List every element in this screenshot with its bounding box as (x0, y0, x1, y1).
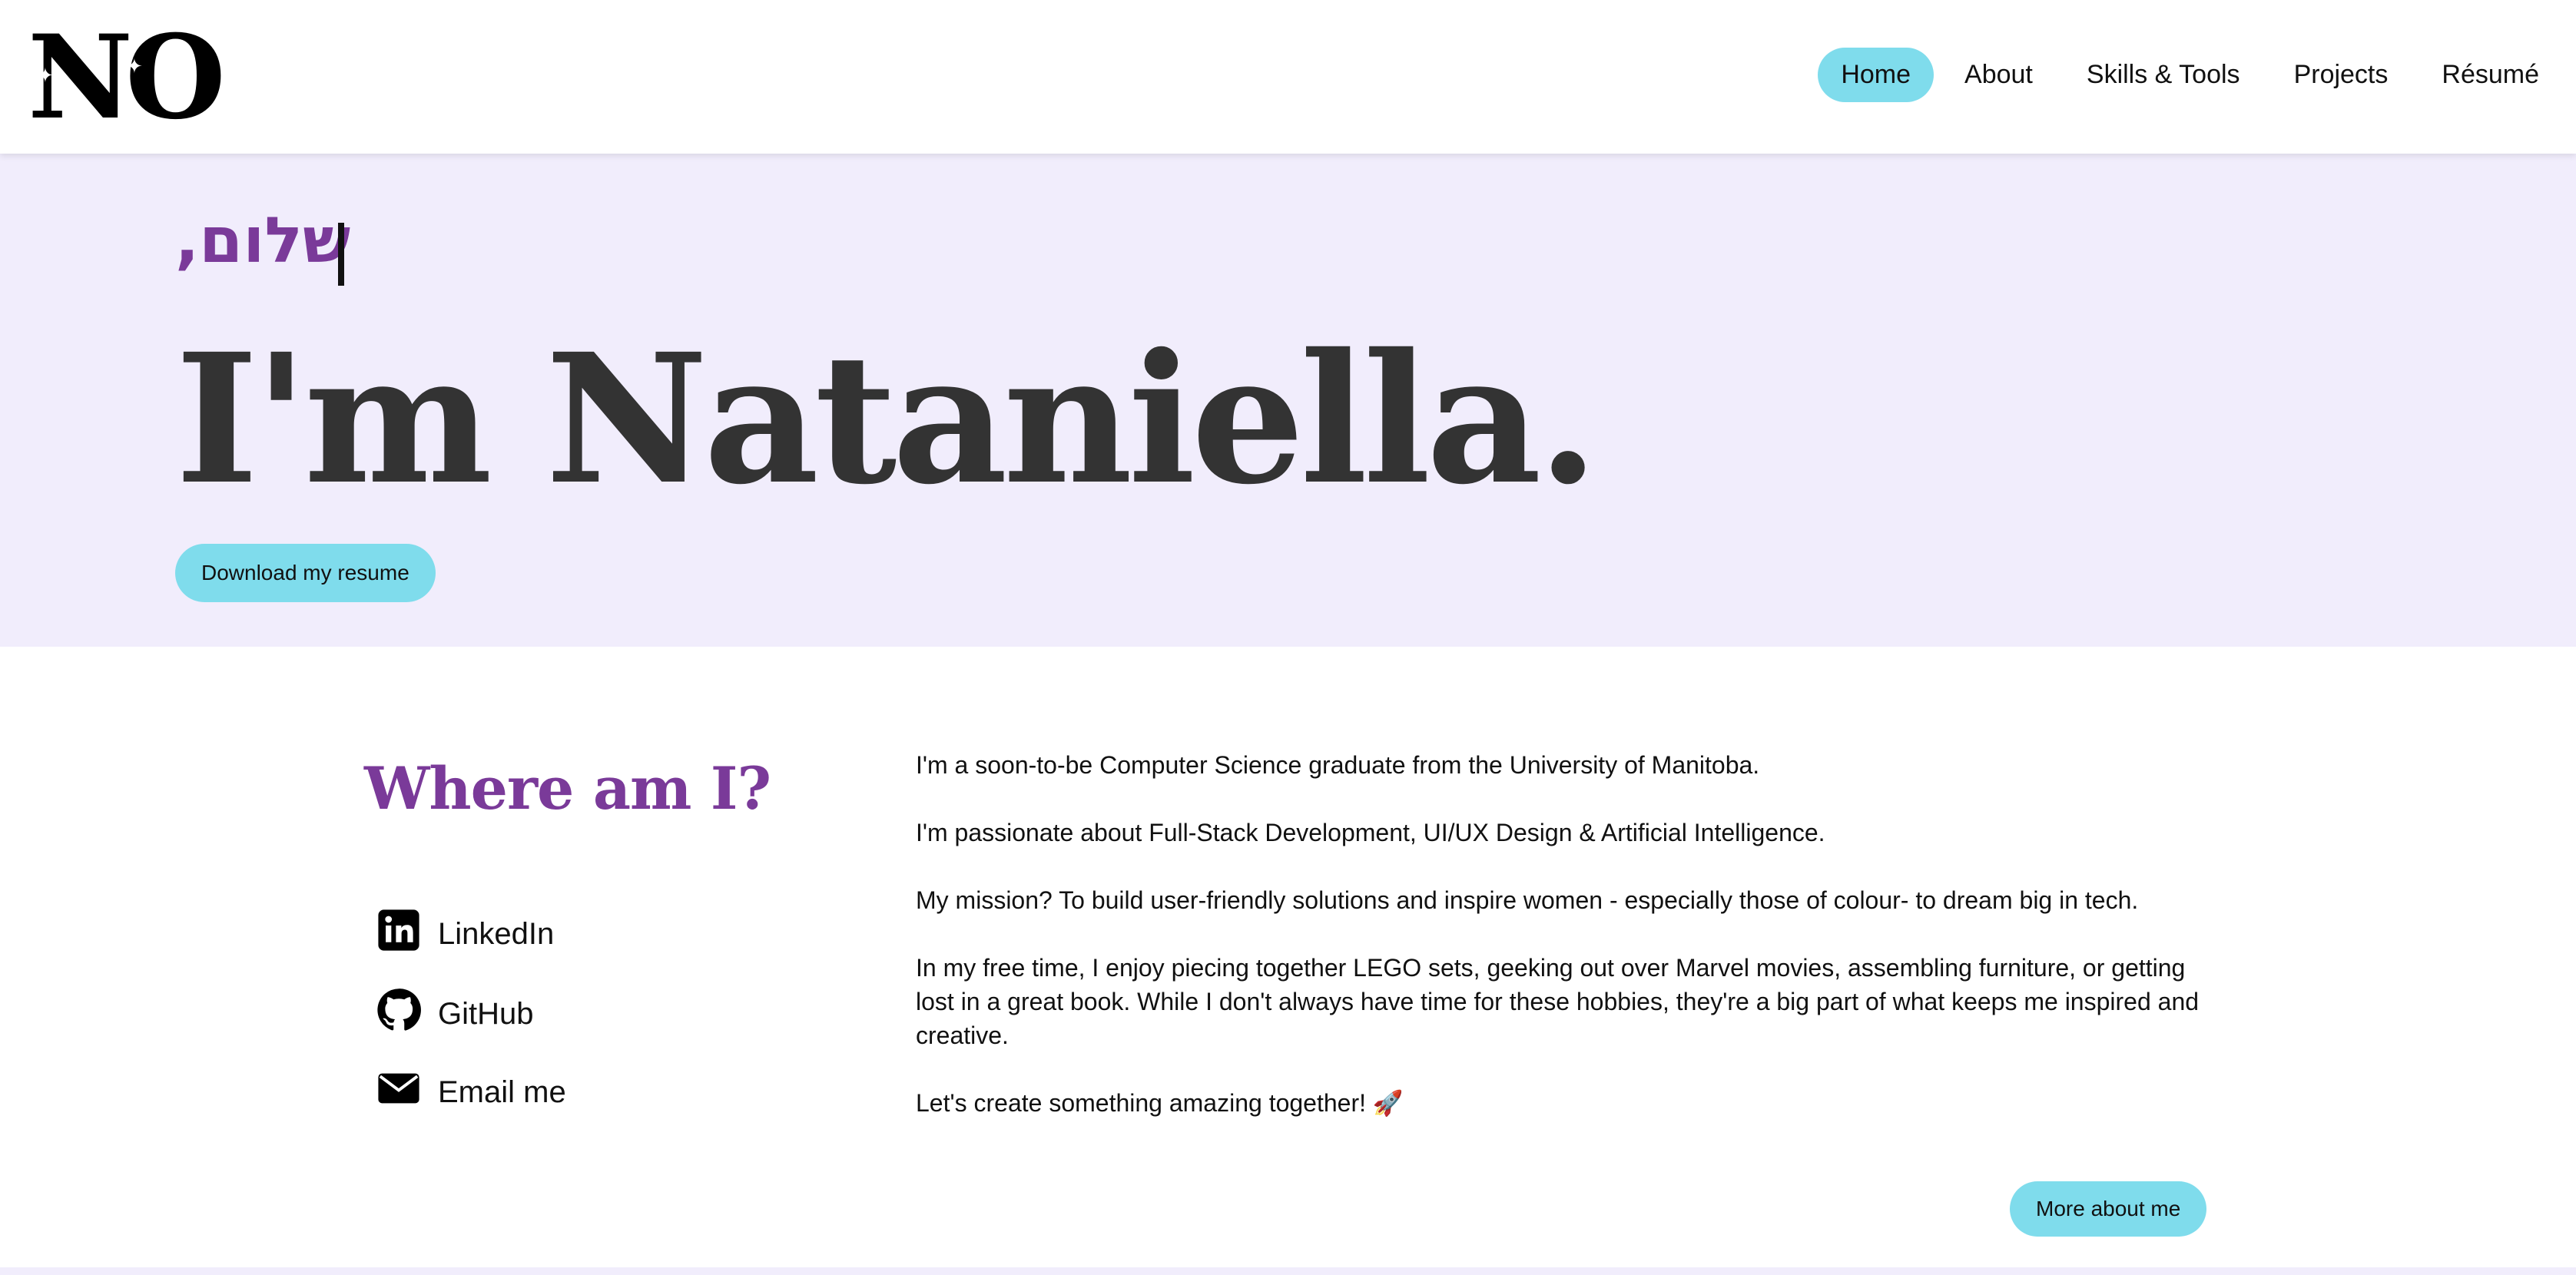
bio-paragraph: My mission? To build user-friendly solut… (916, 886, 2139, 914)
email-label: Email me (438, 1075, 566, 1109)
bio-paragraph: In my free time, I enjoy piecing togethe… (916, 954, 2200, 1049)
about-section: Where am I? LinkedIn GitHub Email me I'm… (0, 647, 2576, 1267)
hebrew-greeting: שלום, (175, 204, 351, 277)
email-link[interactable]: Email me (376, 1066, 566, 1118)
email-icon (376, 1066, 421, 1118)
hero-section: שלום, I'm Nataniella. Download my resume (0, 154, 2576, 647)
typing-cursor (338, 223, 344, 286)
site-header: NO ✦ ✦ Home About Skills & Tools Project… (0, 0, 2576, 154)
bio-paragraph: Let's create something amazing together!… (916, 1089, 1404, 1117)
main-nav: Home About Skills & Tools Projects Résum… (1818, 48, 2562, 102)
nav-projects[interactable]: Projects (2271, 48, 2412, 102)
bio-text: I'm a soon-to-be Computer Science gradua… (916, 748, 2214, 1154)
github-icon (376, 988, 421, 1040)
logo[interactable]: NO ✦ ✦ (28, 10, 226, 145)
nav-about[interactable]: About (1941, 48, 2056, 102)
logo-text: NO (28, 10, 226, 145)
nav-home[interactable]: Home (1818, 48, 1934, 102)
github-link[interactable]: GitHub (376, 988, 534, 1040)
linkedin-link[interactable]: LinkedIn (376, 908, 554, 960)
star-icon: ✦ (37, 65, 54, 88)
nav-skills-tools[interactable]: Skills & Tools (2064, 48, 2263, 102)
hero-title: I'm Nataniella. (175, 314, 1599, 524)
linkedin-label: LinkedIn (438, 916, 555, 951)
nav-resume[interactable]: Résumé (2419, 48, 2562, 102)
github-label: GitHub (438, 996, 534, 1031)
linkedin-icon (376, 908, 421, 960)
bio-paragraph: I'm a soon-to-be Computer Science gradua… (916, 751, 1760, 779)
more-about-me-button[interactable]: More about me (2010, 1181, 2207, 1237)
download-resume-button[interactable]: Download my resume (175, 544, 436, 602)
bio-paragraph: I'm passionate about Full-Stack Developm… (916, 819, 1825, 846)
where-am-i-heading: Where am I? (364, 754, 771, 823)
star-icon: ✦ (126, 55, 143, 78)
section-divider (0, 1267, 2576, 1275)
